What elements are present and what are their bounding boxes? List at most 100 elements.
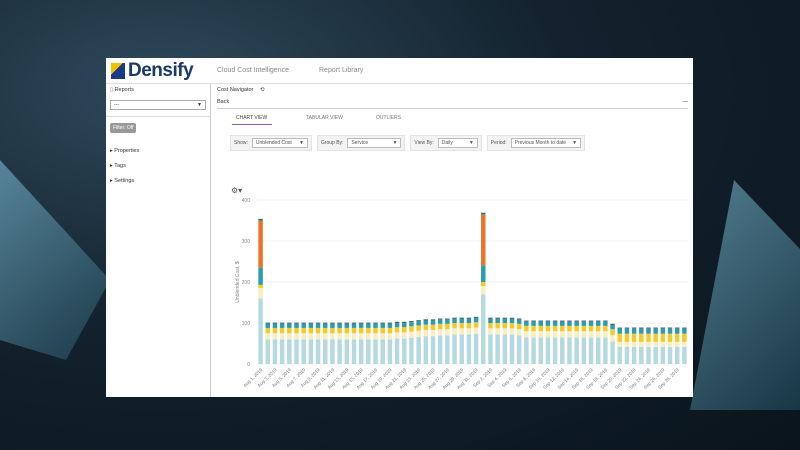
back-link[interactable]: Back	[217, 99, 229, 105]
bar-segment	[574, 320, 579, 322]
bar-segment	[351, 339, 357, 364]
title-text: Cost Navigator	[217, 87, 254, 93]
bar-segment	[617, 327, 622, 329]
bar-segment	[674, 328, 680, 334]
bar-segment	[337, 323, 342, 328]
bar-segment	[646, 346, 651, 364]
chevron-down-icon: ▼	[298, 140, 304, 146]
bar-segment	[445, 335, 450, 364]
bar-segment	[639, 328, 644, 334]
select-value: Unblended Cost	[255, 140, 292, 146]
bar-segment	[416, 325, 421, 331]
bar-segment	[660, 341, 666, 347]
bar-segment	[380, 333, 385, 340]
bar-segment	[682, 341, 687, 347]
filter-view-by: View By: Daily ▼	[410, 135, 482, 151]
select-value: Daily	[441, 140, 453, 146]
bar-segment	[315, 333, 321, 340]
report-select[interactable]: --- ▼	[110, 100, 206, 110]
bar-segment	[430, 319, 436, 321]
chevron-down-icon: ▼	[572, 140, 578, 146]
bar-segment	[603, 337, 608, 364]
bar-segment	[344, 327, 350, 334]
bar-segment	[588, 320, 594, 322]
show-select[interactable]: Unblended Cost ▼	[251, 138, 308, 148]
bar-segment	[574, 321, 579, 326]
collapse-icon[interactable]: ▯	[110, 87, 113, 93]
bar-segment	[610, 329, 615, 336]
bar-segment	[272, 333, 278, 340]
bar-segment	[495, 318, 500, 323]
bar-segment	[294, 323, 299, 328]
bar-segment	[516, 335, 522, 364]
nav-cloud-cost[interactable]: Cloud Cost Intelligence	[217, 67, 289, 74]
bar-segment	[624, 341, 630, 347]
bar-segment	[473, 333, 479, 364]
select-value: Previous Month to date	[514, 140, 567, 146]
bar-segment	[560, 331, 565, 338]
refresh-icon[interactable]: ⟲	[260, 87, 265, 93]
bar-segment	[617, 341, 622, 347]
bar-segment	[545, 320, 551, 322]
bar-segment	[682, 328, 687, 334]
bar-segment	[373, 322, 378, 324]
filter-bar: Show: Unblended Cost ▼ Group By: Service ▼ V…	[230, 135, 693, 151]
bar-segment	[452, 323, 457, 329]
group-by-select[interactable]: Service ▼	[347, 138, 402, 148]
bar-segment	[509, 318, 515, 323]
bar-segment	[631, 346, 637, 364]
bar-segment	[552, 321, 558, 326]
nav-report-library[interactable]: Report Library	[319, 67, 363, 74]
bar-segment	[423, 336, 429, 364]
bar-segment	[272, 322, 278, 324]
logo[interactable]: Densify	[111, 60, 209, 82]
bar-segment	[265, 339, 271, 364]
bar-segment	[409, 331, 414, 338]
bar-segment	[387, 339, 393, 364]
bar-segment	[603, 325, 608, 332]
bar-segment	[574, 337, 579, 364]
bar-segment	[287, 339, 292, 364]
bar-segment	[581, 321, 587, 326]
y-tick-label: 100	[242, 321, 251, 327]
bar-segment	[653, 346, 658, 364]
bar-segment	[423, 319, 429, 321]
bar-segment	[466, 318, 472, 323]
period-select[interactable]: Previous Month to date ▼	[510, 138, 582, 148]
bar-segment	[258, 220, 263, 268]
bar-segment	[631, 341, 637, 347]
tab-outliers[interactable]: OUTLIERS	[372, 115, 442, 125]
item-label: Tags	[114, 163, 126, 169]
bar-segment	[531, 325, 536, 332]
sidebar-item-properties[interactable]: ▸ Properties	[110, 148, 206, 154]
background-shape	[0, 160, 110, 360]
bar-segment	[265, 333, 271, 340]
bar-segment	[667, 346, 673, 364]
bar-segment	[387, 323, 393, 328]
bar-segment	[351, 322, 357, 324]
sidebar-item-tags[interactable]: ▸ Tags	[110, 163, 206, 169]
bar-segment	[330, 322, 335, 324]
minimize-icon[interactable]: —	[683, 99, 689, 105]
sidebar: ▯ Reports --- ▼ Filter: Off ▸ Properties …	[106, 84, 211, 397]
bar-segment	[452, 328, 457, 335]
bar-segment	[358, 322, 364, 324]
filter-toggle-button[interactable]: Filter: Off	[110, 123, 137, 133]
view-by-select[interactable]: Daily ▼	[437, 138, 478, 148]
tab-tabular-view[interactable]: TABULAR VIEW	[302, 115, 372, 125]
bar-segment	[358, 327, 364, 334]
bar-segment	[337, 322, 342, 324]
bar-segment	[509, 334, 515, 364]
bar-segment	[674, 327, 680, 329]
bar-segment	[667, 328, 673, 334]
bar-segment	[595, 325, 601, 332]
chart-settings-icon[interactable]: ⚙▾	[231, 186, 242, 195]
bar-segment	[294, 333, 299, 340]
bar-segment	[502, 323, 508, 329]
bar-segment	[502, 334, 508, 364]
sidebar-item-settings[interactable]: ▸ Settings	[110, 178, 206, 184]
bar-segment	[387, 322, 393, 324]
bar-segment	[588, 331, 594, 338]
bar-segment	[344, 339, 350, 364]
tab-chart-view[interactable]: CHART VIEW	[232, 115, 272, 125]
